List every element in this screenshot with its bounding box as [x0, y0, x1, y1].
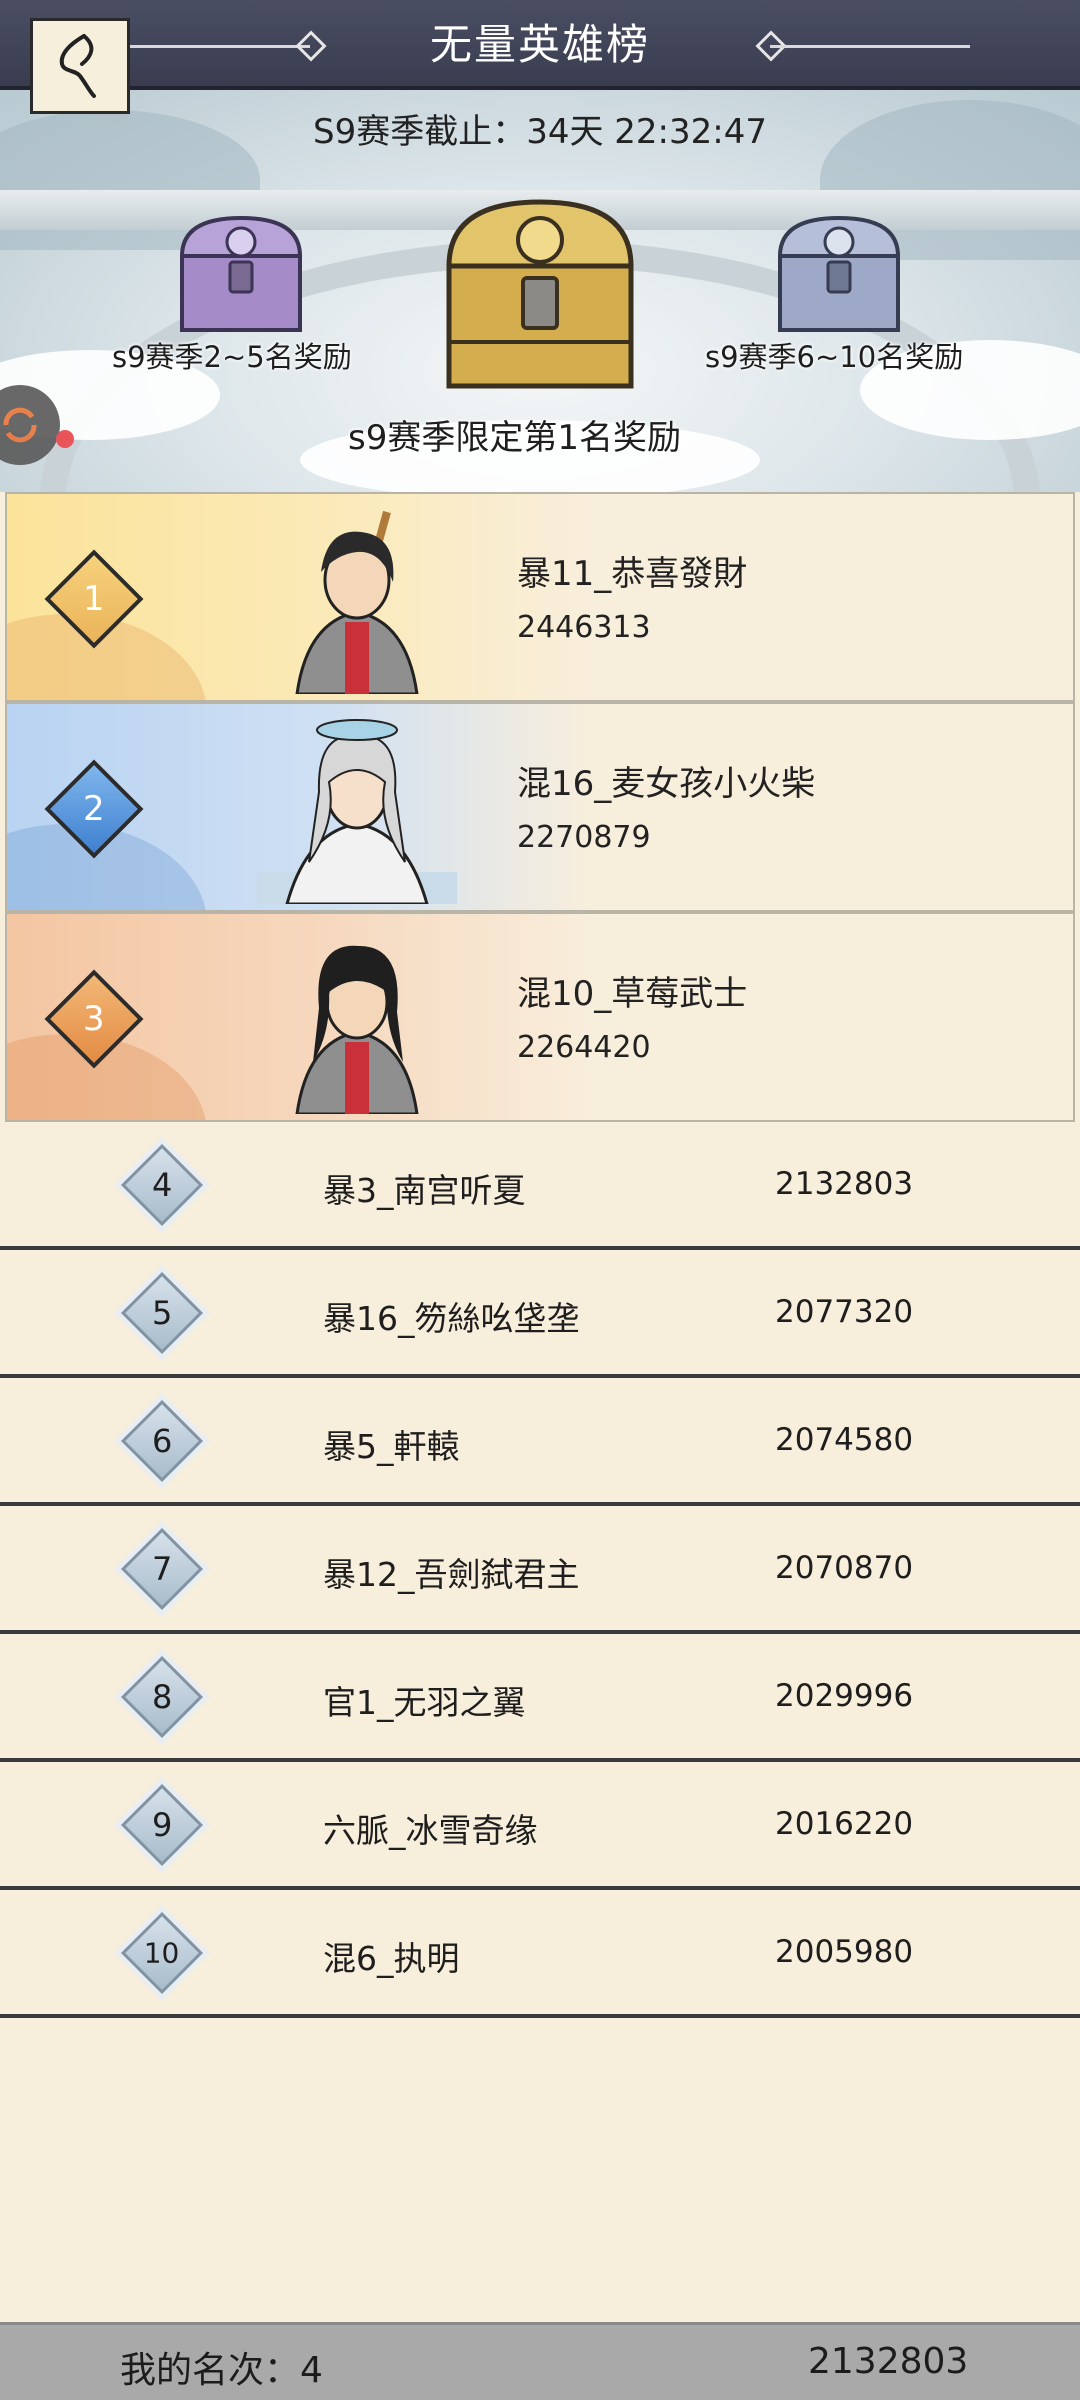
player-score: 2132803	[775, 1166, 914, 1202]
rank-row-8[interactable]: 8 官1_无羽之翼 2029996	[0, 1634, 1080, 1762]
rank-row-10[interactable]: 10 混6_执明 2005980	[0, 1890, 1080, 2018]
player-name: 混10_草莓武士	[517, 974, 748, 1014]
player-name: 混16_麦女孩小火柴	[517, 764, 816, 804]
rank-badge: 7	[120, 1527, 204, 1611]
reward-label-2-5: s9赛季2~5名奖励	[112, 340, 352, 374]
my-rank-label: 我的名次：4	[120, 2350, 323, 2391]
top-rank-row-3[interactable]: 3 混10_草莓武士 2264420	[5, 912, 1075, 1122]
player-name: 暴5_軒轅	[323, 1427, 460, 1466]
player-score: 2070870	[775, 1550, 914, 1586]
player-score: 2446313	[517, 610, 651, 645]
player-name: 暴16_笏絲吆垡垄	[323, 1299, 580, 1338]
rank-badge: 10	[120, 1911, 204, 1995]
rank-number: 7	[151, 1549, 173, 1588]
rank-number: 6	[151, 1421, 173, 1460]
purple-chest-icon[interactable]	[172, 210, 310, 338]
rank-badge: 6	[120, 1399, 204, 1483]
reward-label-6-10: s9赛季6~10名奖励	[705, 340, 964, 374]
rank-number: 4	[151, 1165, 173, 1204]
player-name: 官1_无羽之翼	[323, 1683, 526, 1722]
notification-dot	[56, 430, 74, 448]
top-rank-row-1[interactable]: 1 暴11_恭喜發財 2446313	[5, 492, 1075, 702]
player-name: 暴11_恭喜發財	[517, 554, 748, 594]
top-rank-row-2[interactable]: 2 混16_麦女孩小火柴 2270879	[5, 702, 1075, 912]
rank-row-6[interactable]: 6 暴5_軒轅 2074580	[0, 1378, 1080, 1506]
rank-badge: 9	[120, 1783, 204, 1867]
rank-number: 10	[144, 1936, 180, 1970]
silver-chest-icon[interactable]	[770, 210, 908, 338]
player-score: 2077320	[775, 1294, 914, 1330]
player-name: 暴12_吾劍弑君主	[323, 1555, 580, 1594]
player-score: 2270879	[517, 820, 651, 855]
player-name: 暴3_南宫听夏	[323, 1171, 526, 1210]
player-score: 2264420	[517, 1030, 651, 1065]
rank-number: 5	[151, 1293, 173, 1332]
rank-row-5[interactable]: 5 暴16_笏絲吆垡垄 2077320	[0, 1250, 1080, 1378]
rank-number: 3	[83, 998, 105, 1039]
rank-badge: 8	[120, 1655, 204, 1739]
swap-arrows-icon	[3, 407, 37, 443]
player-name: 六脈_冰雪奇缘	[323, 1811, 538, 1850]
player-score: 2016220	[775, 1806, 914, 1842]
avatar	[295, 945, 419, 1114]
rank-number: 2	[83, 788, 105, 829]
player-score: 2029996	[775, 1678, 914, 1714]
gold-chest-icon[interactable]	[435, 192, 645, 400]
back-button[interactable]	[30, 18, 130, 114]
title-decoration-right	[770, 45, 970, 48]
my-rank-bar: 我的名次：4 2132803	[0, 2322, 1080, 2400]
rank-number: 9	[151, 1805, 173, 1844]
rank-badge: 4	[120, 1143, 204, 1227]
rank-number: 8	[151, 1677, 173, 1716]
avatar	[257, 719, 457, 904]
title-bar: 无量英雄榜	[0, 0, 1080, 90]
player-score: 2005980	[775, 1934, 914, 1970]
rank-badge: 5	[120, 1271, 204, 1355]
reward-label-1: s9赛季限定第1名奖励	[348, 418, 681, 458]
rank-row-9[interactable]: 9 六脈_冰雪奇缘 2016220	[0, 1762, 1080, 1890]
player-name: 混6_执明	[323, 1939, 460, 1978]
avatar	[295, 510, 419, 694]
my-score: 2132803	[808, 2341, 969, 2382]
season-countdown: S9赛季截止：34天 22:32:47	[313, 112, 767, 152]
rank-row-4[interactable]: 4 暴3_南宫听夏 2132803	[0, 1122, 1080, 1250]
rank-number: 1	[83, 578, 105, 619]
player-score: 2074580	[775, 1422, 914, 1458]
ranking-list: 1 暴11_恭喜發財 2446313 2 混16_麦女孩小火柴 2270879	[0, 492, 1080, 2322]
rank-row-7[interactable]: 7 暴12_吾劍弑君主 2070870	[0, 1506, 1080, 1634]
back-arrow-icon	[59, 34, 96, 98]
